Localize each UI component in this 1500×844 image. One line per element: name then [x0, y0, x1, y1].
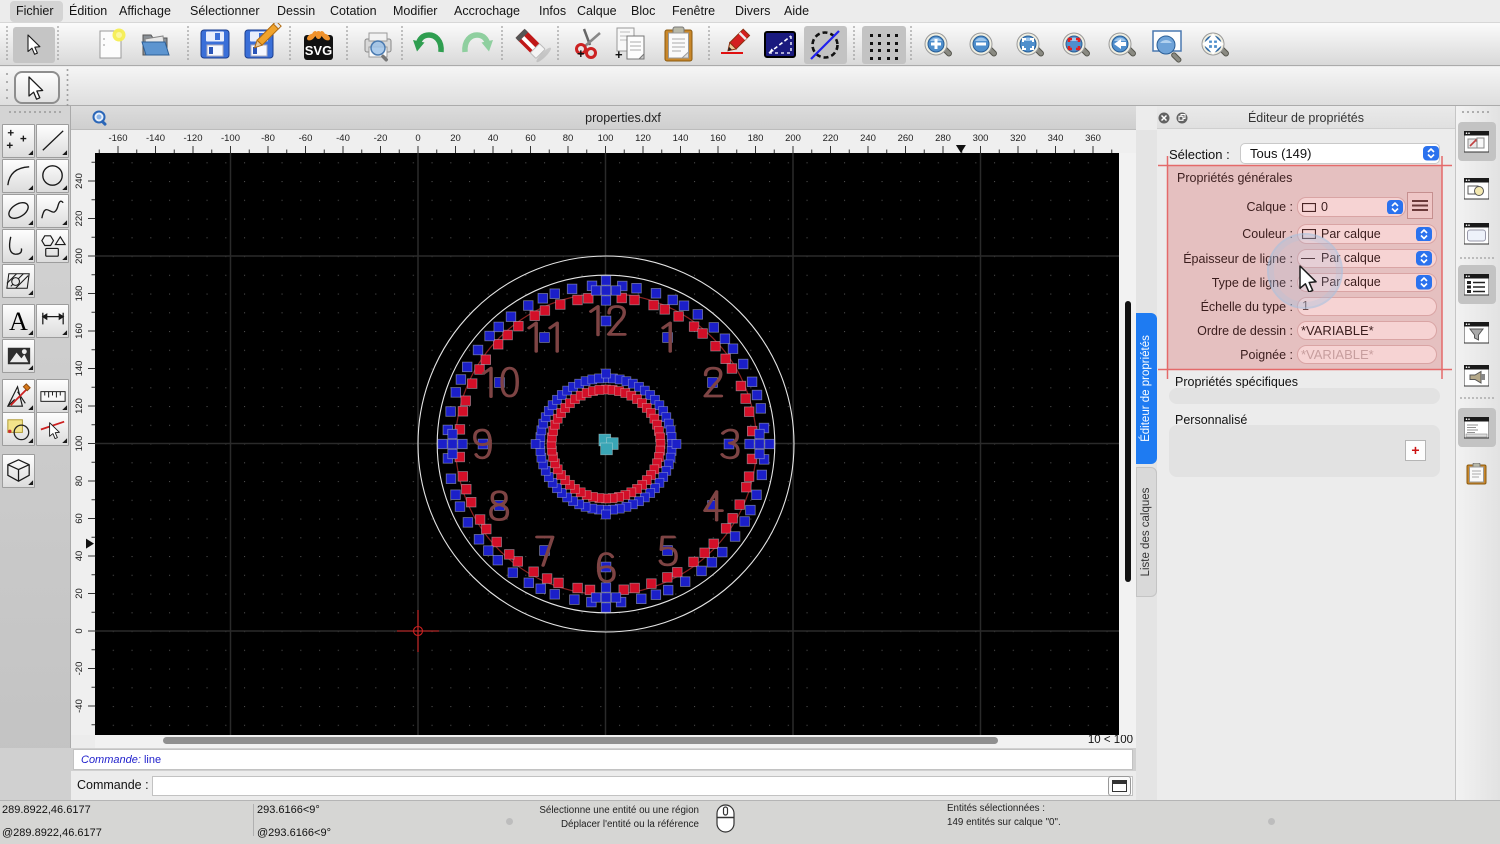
svg-text:240: 240	[74, 173, 85, 189]
svg-text:-100: -100	[221, 133, 240, 144]
svg-text:20: 20	[74, 588, 85, 599]
svg-text:0: 0	[415, 133, 420, 144]
svg-text:140: 140	[74, 361, 85, 377]
svg-text:140: 140	[673, 133, 689, 144]
svg-text:120: 120	[635, 133, 651, 144]
svg-text:300: 300	[973, 133, 989, 144]
svg-text:SVG: SVG	[305, 43, 332, 58]
svg-text:+: +	[577, 46, 585, 61]
svg-text:60: 60	[74, 513, 85, 524]
svg-text:A: A	[9, 307, 28, 336]
svg-text:-40: -40	[74, 699, 85, 713]
svg-text:-20: -20	[374, 133, 388, 144]
svg-text:-140: -140	[146, 133, 165, 144]
svg-text:180: 180	[74, 286, 85, 302]
svg-text:80: 80	[74, 476, 85, 487]
svg-text:200: 200	[785, 133, 801, 144]
svg-text:0: 0	[74, 628, 85, 633]
svg-text:260: 260	[898, 133, 914, 144]
svg-text:-40: -40	[336, 133, 350, 144]
svg-text:200: 200	[74, 248, 85, 264]
svg-text:100: 100	[598, 133, 614, 144]
svg-text:80: 80	[563, 133, 574, 144]
svg-text:220: 220	[74, 211, 85, 227]
svg-text:-160: -160	[108, 133, 127, 144]
svg-text:20: 20	[450, 133, 461, 144]
svg-text:40: 40	[74, 551, 85, 562]
svg-text:360: 360	[1085, 133, 1101, 144]
svg-text:40: 40	[488, 133, 499, 144]
svg-text:-60: -60	[299, 133, 313, 144]
svg-text:180: 180	[748, 133, 764, 144]
svg-text:240: 240	[860, 133, 876, 144]
svg-text:-120: -120	[183, 133, 202, 144]
svg-text:120: 120	[74, 398, 85, 414]
svg-text:160: 160	[710, 133, 726, 144]
svg-text:100: 100	[74, 436, 85, 452]
svg-text:160: 160	[74, 323, 85, 339]
svg-text:280: 280	[935, 133, 951, 144]
svg-text:220: 220	[823, 133, 839, 144]
svg-text:+: +	[615, 47, 623, 62]
svg-text:340: 340	[1048, 133, 1064, 144]
svg-text:320: 320	[1010, 133, 1026, 144]
svg-text:60: 60	[525, 133, 536, 144]
svg-text:-20: -20	[74, 662, 85, 676]
svg-text:-80: -80	[261, 133, 275, 144]
